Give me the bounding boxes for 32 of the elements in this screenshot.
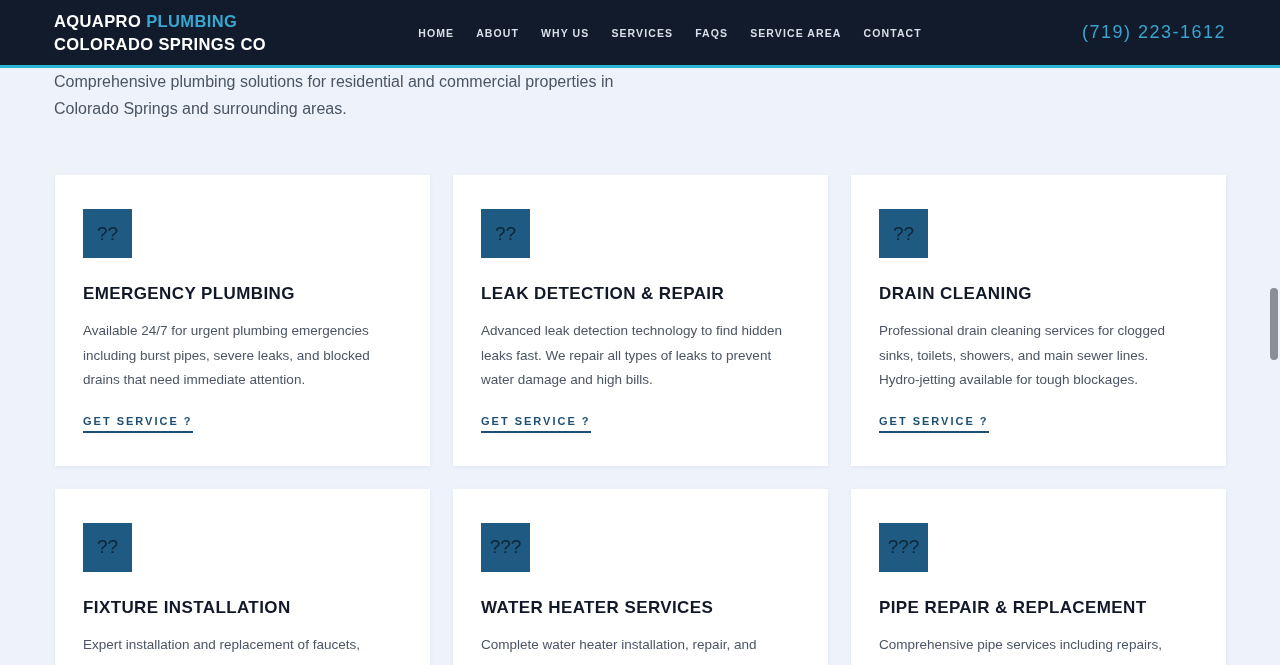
service-icon: ???: [879, 522, 928, 572]
nav-link[interactable]: FAQS: [684, 20, 740, 45]
service-icon: ??: [83, 522, 132, 572]
get-service-link[interactable]: GET SERVICE ?: [83, 412, 193, 433]
get-service-link[interactable]: GET SERVICE ?: [481, 412, 591, 433]
scrollbar-thumb[interactable]: [1270, 288, 1278, 360]
intro-text: Comprehensive plumbing solutions for residential and commercial properties in Colorado Springs and surrounding areas.: [54, 72, 615, 119]
service-icon: ??: [481, 209, 530, 258]
nav-link[interactable]: WHY US: [530, 20, 601, 45]
phone-link[interactable]: (719) 223-1612: [946, 22, 1226, 43]
service-title: FIXTURE INSTALLATION: [83, 596, 291, 619]
service-icon: ??: [879, 209, 928, 258]
nav-link[interactable]: CONTACT: [852, 20, 933, 45]
nav-link[interactable]: HOME: [407, 20, 466, 45]
service-icon: ??: [83, 209, 132, 258]
service-description: Advanced leak detection technology to find hidden leaks fast. We repair all types of leaks to prevent water damage and high bills.: [481, 322, 783, 389]
service-description: Expert installation and replacement of faucets,: [83, 635, 361, 654]
service-title: LEAK DETECTION & REPAIR: [481, 283, 725, 305]
service-description: Comprehensive pipe services including repairs,: [879, 635, 1163, 654]
nav-link[interactable]: SERVICE AREA: [739, 20, 853, 45]
service-title: EMERGENCY PLUMBING: [83, 283, 295, 305]
service-icon: ???: [481, 522, 530, 572]
service-description: Complete water heater installation, repair, and: [481, 635, 758, 654]
get-service-link[interactable]: GET SERVICE ?: [879, 412, 989, 433]
service-description: Available 24/7 for urgent plumbing emergencies including burst pipes, severe leaks, and blocked drains that need immediate attention.: [83, 322, 371, 389]
nav-link[interactable]: SERVICES: [600, 20, 685, 45]
service-title: DRAIN CLEANING: [879, 283, 1032, 305]
service-description: Professional drain cleaning services for clogged sinks, toilets, showers, and main sewer lines. Hydro-jetting available for tough blockages.: [879, 322, 1166, 389]
service-title: WATER HEATER SERVICES: [481, 596, 714, 619]
nav-link[interactable]: ABOUT: [465, 20, 530, 45]
service-title: PIPE REPAIR & REPLACEMENT: [879, 596, 1147, 619]
logo-link[interactable]: AQUAPRO PLUMBING COLORADO SPRINGS CO: [54, 9, 354, 56]
